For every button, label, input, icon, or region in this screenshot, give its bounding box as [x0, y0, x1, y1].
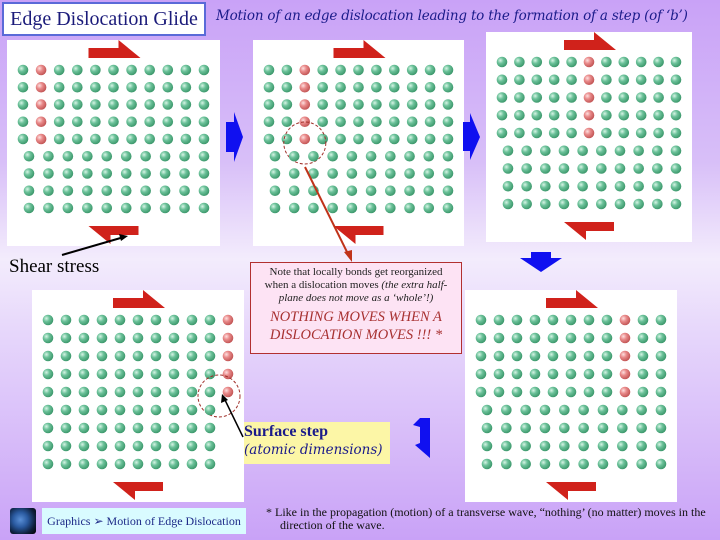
globe-icon[interactable]: [10, 508, 36, 534]
flow-arrow-right-2: [463, 113, 480, 160]
surface-step-label: Surface step (atomic dimensions): [244, 422, 390, 464]
surface-step-subtitle: (atomic dimensions): [244, 442, 383, 458]
flow-arrow-down: [520, 252, 562, 272]
note-line-2a: when a dislocation moves: [264, 279, 382, 291]
graphics-link[interactable]: Graphics ➢ Motion of Edge Dislocation: [42, 508, 246, 534]
note-emphasis-2: DISLOCATION MOVES !!! *: [269, 327, 443, 343]
note-line-2b: (the extra half-: [381, 279, 448, 291]
footnote: * Like in the propagation (motion) of a …: [266, 506, 716, 532]
note-line-3: plane does not move as a ‘whole’!): [278, 292, 434, 304]
note-box: Note that locally bonds get reorganized …: [250, 262, 462, 354]
note-line-1: Note that locally bonds get reorganized: [269, 266, 443, 278]
flow-arrow-left: [413, 398, 430, 458]
footnote-line-2: direction of the wave.: [280, 518, 385, 532]
note-emphasis-1: NOTHING MOVES WHEN A: [270, 309, 442, 325]
flow-arrow-right-1: [226, 112, 243, 162]
surface-step-title: Surface step: [244, 423, 328, 440]
shear-stress-label: Shear stress: [9, 256, 100, 277]
